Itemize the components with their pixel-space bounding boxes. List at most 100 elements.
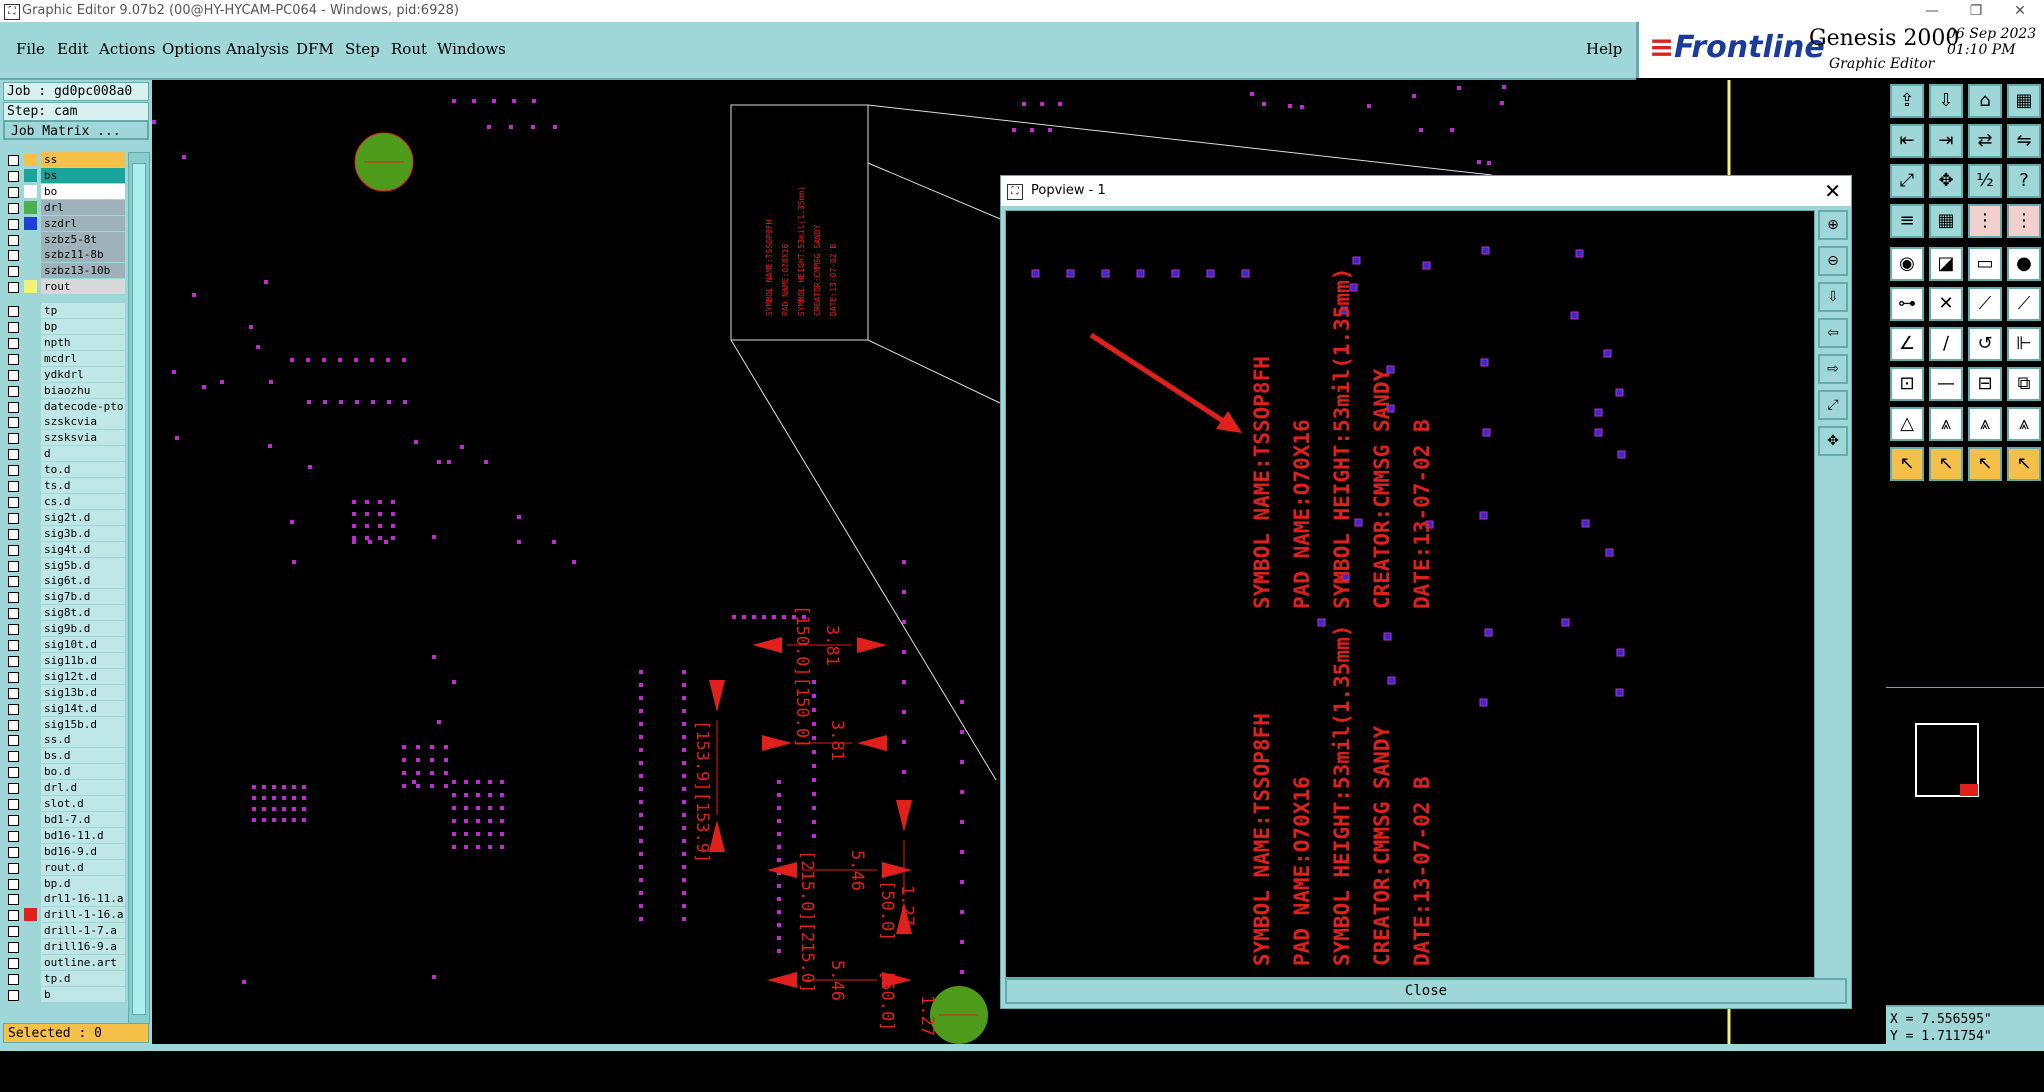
layer-color-swatch[interactable] xyxy=(24,908,37,922)
pan-left-icon[interactable]: ⇦ xyxy=(1818,318,1848,348)
layer-name[interactable]: sig13b.d xyxy=(41,684,125,700)
layer-row[interactable]: bd16-9.d xyxy=(3,843,125,859)
layer-name[interactable]: drl1-16-11.a xyxy=(41,891,125,907)
pad-icon[interactable]: ◉ xyxy=(1890,247,1924,281)
layer-color-swatch[interactable] xyxy=(24,479,37,492)
layer-name[interactable]: ydkdrl xyxy=(41,366,125,382)
snap-grid-icon[interactable]: ▦ xyxy=(1929,204,1963,238)
layer-row[interactable]: bo xyxy=(3,183,125,199)
layer-row[interactable]: sig12t.d xyxy=(3,668,125,684)
layer-row[interactable]: ts.d xyxy=(3,478,125,493)
bottom-scrollbar[interactable] xyxy=(152,1044,1886,1051)
layer-checkbox[interactable] xyxy=(8,369,19,381)
triangle-icon[interactable]: △ xyxy=(1890,407,1924,441)
layer-color-swatch[interactable] xyxy=(24,638,37,651)
layer-color-swatch[interactable] xyxy=(24,264,37,277)
layer-row[interactable]: to.d xyxy=(3,462,125,478)
layer-color-swatch[interactable] xyxy=(24,153,37,166)
popview-close-icon[interactable]: ✕ xyxy=(1824,176,1841,206)
layer-color-swatch[interactable] xyxy=(24,829,37,842)
layer-checkbox[interactable] xyxy=(8,481,19,492)
layer-name[interactable]: datecode-pto xyxy=(41,398,125,414)
line2-icon[interactable]: ⟋ xyxy=(2007,287,2041,321)
layer-color-swatch[interactable] xyxy=(24,447,37,460)
layer-checkbox[interactable] xyxy=(8,592,19,604)
layer-color-swatch[interactable] xyxy=(24,216,37,230)
layer-color-swatch[interactable] xyxy=(24,606,37,619)
layer-color-swatch[interactable] xyxy=(24,686,37,699)
arc-icon[interactable]: ⩓ xyxy=(1929,407,1963,441)
layer-name[interactable]: szbz11-8b xyxy=(41,247,125,263)
pointer-icon[interactable]: ↖ xyxy=(1890,447,1924,481)
layer-name[interactable]: szbz13-10b xyxy=(41,263,125,279)
layer-name[interactable]: d xyxy=(41,446,125,462)
layer-checkbox[interactable] xyxy=(8,449,19,461)
layer-color-swatch[interactable] xyxy=(24,702,37,715)
layer-row[interactable]: rout xyxy=(3,279,125,295)
layer-row[interactable]: mcdrl xyxy=(3,350,125,366)
layer-row[interactable]: szskcvia xyxy=(3,414,125,430)
menu-actions[interactable]: Actions xyxy=(99,40,155,58)
select-box-icon[interactable]: ⊡ xyxy=(1890,367,1924,401)
layer-checkbox[interactable] xyxy=(8,640,19,651)
layer-color-swatch[interactable] xyxy=(24,368,37,381)
layer-color-swatch[interactable] xyxy=(24,184,37,198)
layer-row[interactable]: sig5b.d xyxy=(3,557,125,573)
center-icon[interactable]: ✥ xyxy=(1818,426,1848,456)
layer-name[interactable]: drill-1-16.a xyxy=(41,907,125,923)
zoom-out-icon[interactable]: ⊖ xyxy=(1818,246,1848,276)
layer-checkbox[interactable] xyxy=(8,266,19,278)
layer-checkbox[interactable] xyxy=(8,830,19,842)
circle-icon[interactable]: ● xyxy=(2007,247,2041,281)
layer-row[interactable]: szsksvia xyxy=(3,430,125,446)
layer-color-swatch[interactable] xyxy=(24,940,37,953)
layer-row[interactable]: bs xyxy=(3,167,125,183)
layer-checkbox[interactable] xyxy=(8,417,19,429)
layer-color-swatch[interactable] xyxy=(24,336,37,349)
menu-help[interactable]: Help xyxy=(1586,40,1622,58)
layer-color-swatch[interactable] xyxy=(24,233,37,246)
layer-name[interactable]: sig12t.d xyxy=(41,668,125,684)
layer-name[interactable]: rout xyxy=(41,279,125,295)
fit-icon[interactable]: ⤢ xyxy=(1818,390,1848,420)
layer-row[interactable]: drill-1-7.a xyxy=(3,923,125,939)
menu-windows[interactable]: Windows xyxy=(437,40,506,58)
layer-name[interactable]: drill-1-7.a xyxy=(41,923,125,939)
layer-checkbox[interactable] xyxy=(8,306,19,318)
layer-checkbox[interactable] xyxy=(8,496,19,508)
rect-icon[interactable]: ▭ xyxy=(1968,247,2002,281)
layer-row[interactable]: sig15b.d xyxy=(3,716,125,732)
open-icon[interactable]: ⇪ xyxy=(1890,84,1924,118)
layer-color-swatch[interactable] xyxy=(24,718,37,731)
layer-name[interactable]: rout.d xyxy=(41,859,125,875)
fit-icon[interactable]: ⤢ xyxy=(1890,164,1924,198)
layer-checkbox[interactable] xyxy=(8,687,19,699)
layer-row[interactable]: szbz11-8b xyxy=(3,247,125,263)
pointer3-icon[interactable]: ↖ xyxy=(1968,447,2002,481)
layer-checkbox[interactable] xyxy=(8,671,19,683)
mirror-icon[interactable]: ⇋ xyxy=(2007,124,2041,158)
layer-checkbox[interactable] xyxy=(8,544,19,556)
layer-name[interactable]: bd16-9.d xyxy=(41,843,125,859)
layer-checkbox[interactable] xyxy=(8,735,19,747)
scroll-thumb[interactable] xyxy=(132,163,146,1015)
layer-name[interactable]: bo.d xyxy=(41,764,125,780)
layer-name[interactable]: tp.d xyxy=(41,970,125,986)
layer-color-swatch[interactable] xyxy=(24,527,37,540)
layer-color-swatch[interactable] xyxy=(24,813,37,826)
layer-row[interactable]: szbz13-10b xyxy=(3,263,125,279)
layer-row[interactable]: npth xyxy=(3,334,125,350)
layer-row[interactable]: sig9b.d xyxy=(3,621,125,637)
layer-checkbox[interactable] xyxy=(8,322,19,333)
layer-row[interactable]: biaozhu xyxy=(3,382,125,398)
layer-name[interactable]: outline.art xyxy=(41,955,125,970)
layer-color-swatch[interactable] xyxy=(24,248,37,261)
layer-checkbox[interactable] xyxy=(8,186,19,198)
layers-icon[interactable]: ⧉ xyxy=(2007,367,2041,401)
slash-icon[interactable]: ∕ xyxy=(1929,327,1963,361)
layer-row[interactable]: sig10t.d xyxy=(3,637,125,652)
layer-color-swatch[interactable] xyxy=(24,280,37,294)
layer-checkbox[interactable] xyxy=(8,155,19,166)
menu-edit[interactable]: Edit xyxy=(57,40,88,58)
swap-icon[interactable]: ⇄ xyxy=(1968,124,2002,158)
